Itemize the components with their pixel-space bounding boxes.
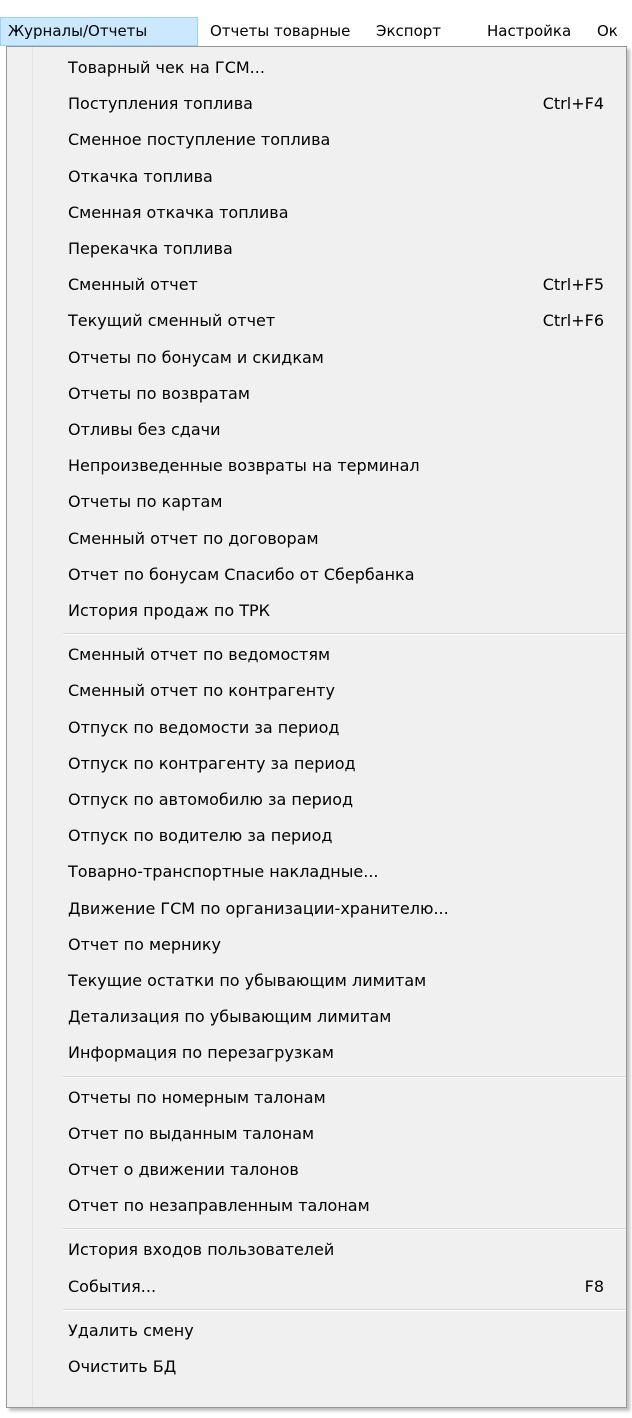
menu-item-label: Сменный отчет по ведомостям [68, 645, 331, 664]
menu-item[interactable]: Сменный отчет по ведомостям [11, 638, 622, 672]
menu-item[interactable]: Сменный отчет по контрагенту [11, 674, 622, 708]
menu-item-label: Товарный чек на ГСМ... [68, 58, 265, 77]
menu-item[interactable]: Отчеты по возвратам [11, 377, 622, 411]
menu-item-label: Отпуск по контрагенту за период [68, 754, 356, 773]
menu-window[interactable]: Ок [597, 17, 618, 45]
menu-item-label: Текущие остатки по убывающим лимитам [68, 971, 427, 990]
menu-export[interactable]: Экспорт [376, 17, 441, 45]
menu-item[interactable]: История продаж по ТРК [11, 594, 622, 628]
menu-item-label: Отпуск по водителю за период [68, 826, 333, 845]
menu-item[interactable]: Перекачка топлива [11, 232, 622, 266]
menu-item[interactable]: Удалить смену [11, 1314, 622, 1348]
menu-journals-reports[interactable]: Журналы/Отчеты [0, 17, 198, 46]
journals-reports-dropdown: Товарный чек на ГСМ... Поступления топлив… [6, 46, 627, 1408]
menu-item-shortcut: Ctrl+F4 [542, 94, 604, 113]
menu-item-label: История входов пользователей [68, 1240, 335, 1259]
menu-item[interactable]: Сменное поступление топлива [11, 123, 622, 157]
menu-item-label: Информация по перезагрузкам [68, 1043, 334, 1062]
menu-item-label: Сменный отчет по договорам [68, 529, 319, 548]
menu-item-label: Отчет по бонусам Спасибо от Сбербанка [68, 565, 415, 584]
menu-item[interactable]: Отпуск по водителю за период [11, 819, 622, 853]
menu-item-label: События... [68, 1277, 157, 1296]
menu-item-label: Отчет по мернику [68, 935, 222, 954]
menu-item-label: Сменный отчет по контрагенту [68, 681, 335, 700]
menu-item-shortcut: Ctrl+F5 [542, 275, 604, 294]
menu-item-label: Сменная откачка топлива [68, 203, 289, 222]
menu-item[interactable]: Движение ГСМ по организации-хранителю... [11, 892, 622, 926]
menu-item-label: Детализация по убывающим лимитам [68, 1007, 392, 1026]
menu-goods-reports[interactable]: Отчеты товарные [210, 17, 350, 45]
menu-item-label: Отчет по выданным талонам [68, 1124, 315, 1143]
menu-item[interactable]: Текущие остатки по убывающим лимитам [11, 964, 622, 998]
menu-item[interactable]: Непроизведенные возвраты на терминал [11, 449, 622, 483]
menu-item-label: Отпуск по автомобилю за период [68, 790, 354, 809]
menu-item-label: Отчеты по картам [68, 492, 223, 511]
menu-item[interactable]: Отпуск по ведомости за период [11, 711, 622, 745]
menu-item-label: Отчеты по бонусам и скидкам [68, 348, 324, 367]
menu-item-label: История продаж по ТРК [68, 601, 271, 620]
menu-item-label: Откачка топлива [68, 167, 213, 186]
menu-item[interactable]: Товарный чек на ГСМ... [11, 51, 622, 85]
menu-item[interactable]: Отчеты по номерным талонам [11, 1081, 622, 1115]
menu-item[interactable]: Отчет о движении талонов [11, 1153, 622, 1187]
menu-item[interactable]: Сменный отчет Ctrl+F5 [11, 268, 622, 302]
menu-item-label: Товарно-транспортные накладные... [68, 862, 379, 881]
menu-settings[interactable]: Настройка [487, 17, 571, 45]
menu-item[interactable]: Отчет по выданным талонам [11, 1117, 622, 1151]
menu-item-shortcut: Ctrl+F6 [542, 311, 604, 330]
menu-item[interactable]: Отчет по бонусам Спасибо от Сбербанка [11, 558, 622, 592]
menu-item[interactable]: Отпуск по автомобилю за период [11, 783, 622, 817]
menu-item-label: Сменный отчет [68, 275, 198, 294]
menu-item[interactable]: Сменный отчет по договорам [11, 522, 622, 556]
menu-item-label: Сменное поступление топлива [68, 130, 331, 149]
menu-item[interactable]: Отливы без сдачи [11, 413, 622, 447]
menu-item[interactable]: Текущий сменный отчет Ctrl+F6 [11, 304, 622, 338]
menu-separator [63, 633, 626, 635]
menu-item[interactable]: События... F8 [11, 1270, 622, 1304]
menu-item-label: Отчет о движении талонов [68, 1160, 299, 1179]
menu-item[interactable]: Отчеты по картам [11, 485, 622, 519]
menu-item[interactable]: Товарно-транспортные накладные... [11, 855, 622, 889]
menu-item[interactable]: Отпуск по контрагенту за период [11, 747, 622, 781]
menu-item-label: Отчеты по номерным талонам [68, 1088, 326, 1107]
menu-item-label: Отчеты по возвратам [68, 384, 250, 403]
menu-item[interactable]: Поступления топлива Ctrl+F4 [11, 87, 622, 121]
menu-item-label: Очистить БД [68, 1357, 177, 1376]
menu-separator [63, 1309, 626, 1311]
menu-item-label: Текущий сменный отчет [68, 311, 276, 330]
menu-item[interactable]: Сменная откачка топлива [11, 196, 622, 230]
menu-item-label: Удалить смену [68, 1321, 194, 1340]
menu-item[interactable]: Детализация по убывающим лимитам [11, 1000, 622, 1034]
menu-separator [63, 1228, 626, 1230]
menu-item[interactable]: Откачка топлива [11, 160, 622, 194]
menu-item-label: Отпуск по ведомости за период [68, 718, 340, 737]
menu-item-label: Отчет по незаправленным талонам [68, 1196, 370, 1215]
menu-item[interactable]: Очистить БД [11, 1350, 622, 1384]
menu-item-label: Перекачка топлива [68, 239, 233, 258]
menu-item-label: Отливы без сдачи [68, 420, 221, 439]
menu-item-shortcut: F8 [584, 1277, 604, 1296]
menu-item[interactable]: Отчеты по бонусам и скидкам [11, 341, 622, 375]
menu-item[interactable]: Информация по перезагрузкам [11, 1036, 622, 1070]
menu-item-label: Движение ГСМ по организации-хранителю... [68, 899, 449, 918]
menu-item[interactable]: Отчет по незаправленным талонам [11, 1189, 622, 1223]
menu-item-label: Непроизведенные возвраты на терминал [68, 456, 420, 475]
menu-item[interactable]: Отчет по мернику [11, 928, 622, 962]
menu-item[interactable]: История входов пользователей [11, 1233, 622, 1267]
menu-separator [63, 1076, 626, 1078]
menu-bar: Журналы/Отчеты Отчеты товарные Экспорт Н… [0, 0, 632, 46]
menu-item-label: Поступления топлива [68, 94, 253, 113]
